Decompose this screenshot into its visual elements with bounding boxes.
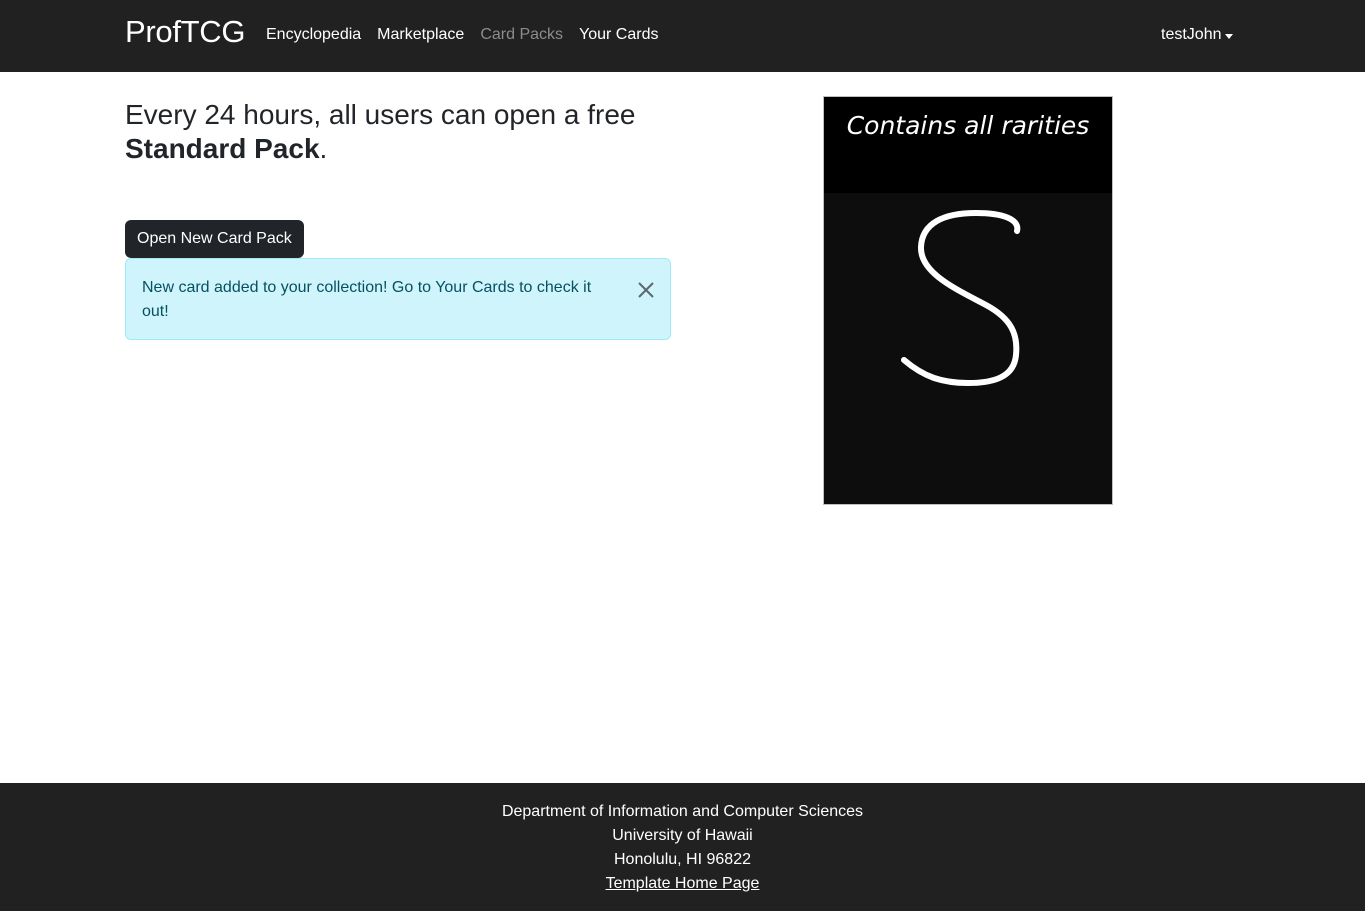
page-heading: Every 24 hours, all users can open a fre… <box>125 98 685 166</box>
nav-link-marketplace[interactable]: Marketplace <box>377 26 464 44</box>
heading-text: Every 24 hours, all users can open a fre… <box>125 99 636 130</box>
open-card-pack-button[interactable]: Open New Card Pack <box>125 220 304 258</box>
nav-link-encyclopedia[interactable]: Encyclopedia <box>266 26 361 44</box>
user-name: testJohn <box>1161 26 1222 43</box>
nav-link-your-cards[interactable]: Your Cards <box>579 26 658 44</box>
success-alert: New card added to your collection! Go to… <box>125 258 671 340</box>
user-dropdown[interactable]: testJohn <box>1161 26 1234 44</box>
nav-link-card-packs[interactable]: Card Packs <box>480 26 563 44</box>
caret-down-icon <box>1225 33 1234 39</box>
card-pack-caption: Contains all rarities <box>846 111 1090 140</box>
alert-message: New card added to your collection! Go to… <box>142 279 592 320</box>
brand-logo[interactable]: ProfTCG <box>125 14 246 50</box>
footer-department: Department of Information and Computer S… <box>501 803 864 820</box>
template-home-link[interactable]: Template Home Page <box>606 875 760 892</box>
top-navbar: ProfTCG Encyclopedia Marketplace Card Pa… <box>0 0 1365 72</box>
standard-pack-image: Contains all rarities <box>823 96 1113 505</box>
pack-letter-s-icon <box>901 210 1021 386</box>
nav-links: Encyclopedia Marketplace Card Packs Your… <box>266 26 658 44</box>
card-pack-header: Contains all rarities <box>824 97 1112 193</box>
close-icon[interactable] <box>634 278 658 302</box>
page-footer: Department of Information and Computer S… <box>0 783 1365 911</box>
footer-address: Honolulu, HI 96822 <box>614 851 751 868</box>
heading-pack-name: Standard Pack <box>125 133 320 164</box>
heading-period: . <box>319 133 328 164</box>
footer-university: University of Hawaii <box>612 827 753 844</box>
